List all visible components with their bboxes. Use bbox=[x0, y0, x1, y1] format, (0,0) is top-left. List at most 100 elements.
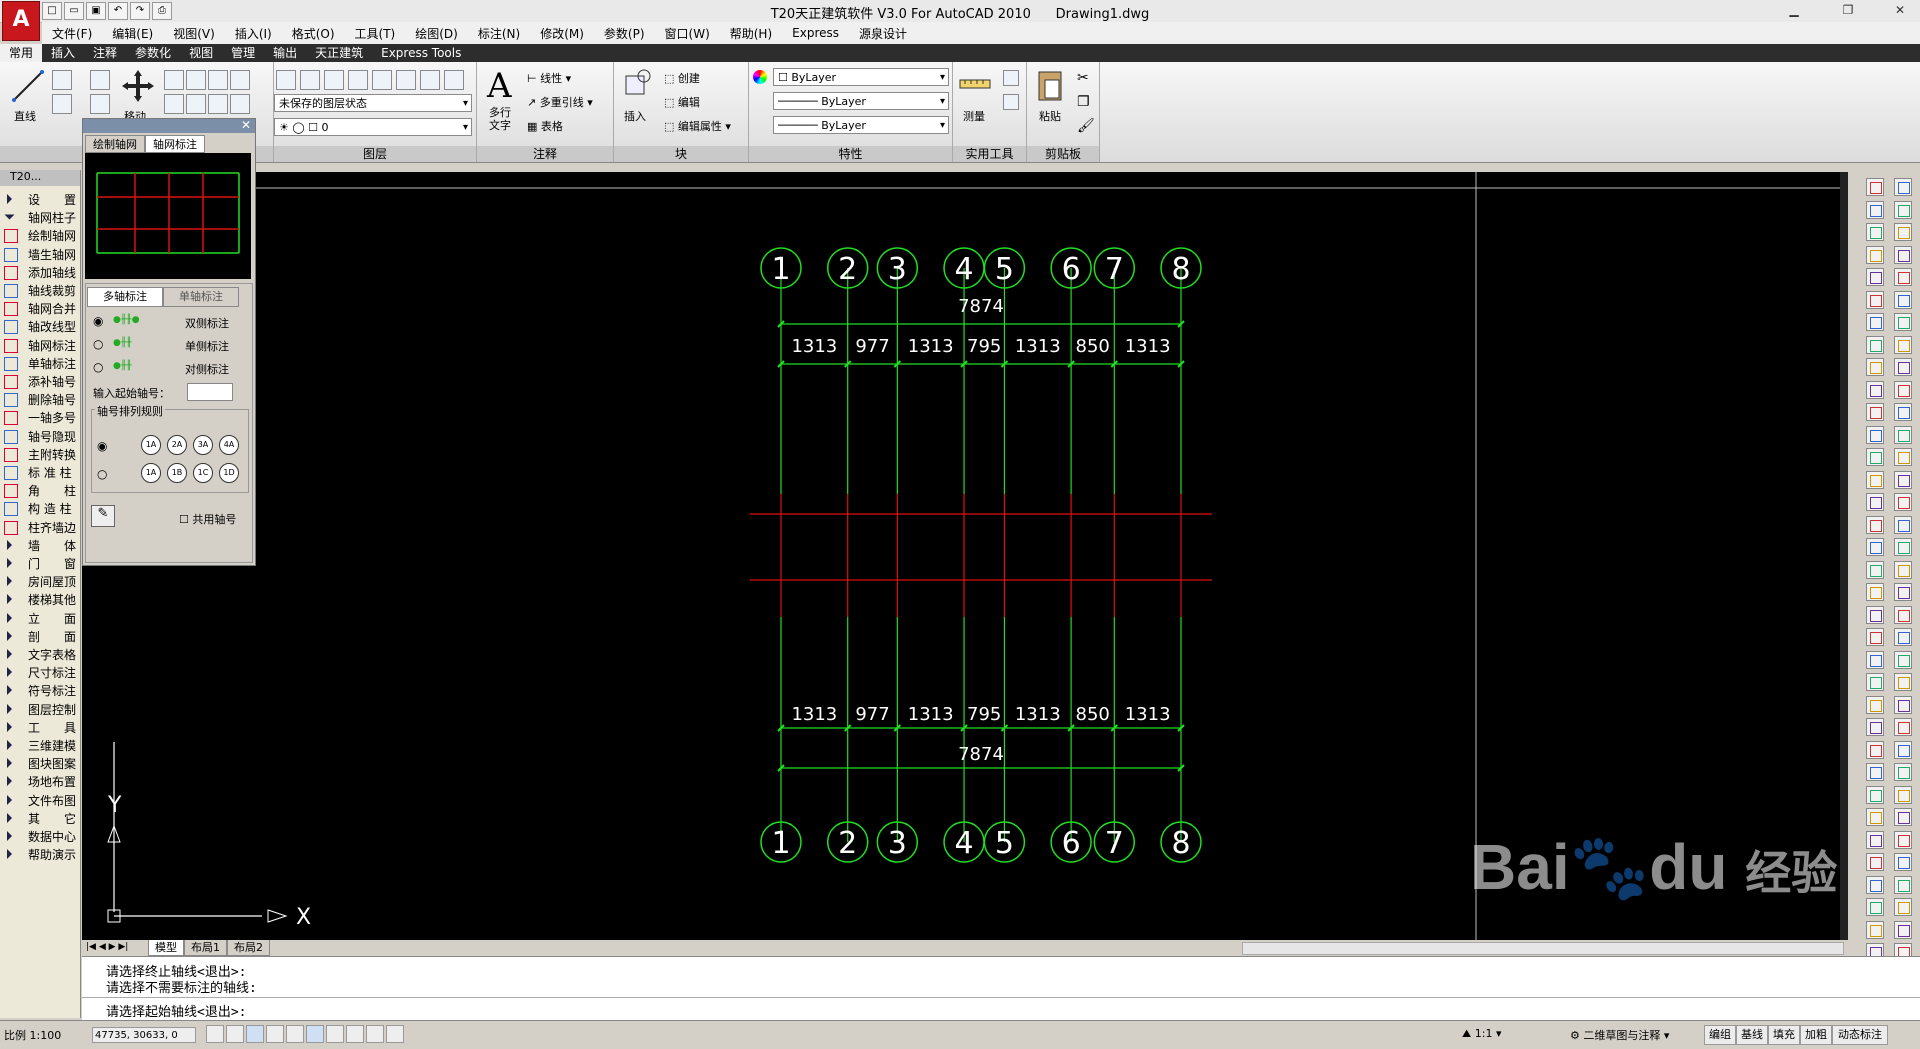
open-file-icon[interactable]: ▭ bbox=[64, 2, 84, 20]
palette-item-31[interactable]: 图块图案 bbox=[0, 754, 80, 772]
menu-item-7[interactable]: 标注(N) bbox=[468, 25, 530, 42]
tianzheng-tool-icon[interactable] bbox=[1866, 718, 1884, 736]
tianzheng-tool-icon[interactable] bbox=[1894, 425, 1912, 444]
drawing-canvas[interactable]: 1 1 2 2 3 3 4 4 5 5 6 6 7 7 8 8 7874 7874 1313 977 1313 795 13… bbox=[82, 172, 1848, 940]
color-wheel-icon[interactable] bbox=[753, 70, 767, 84]
redo-icon[interactable]: ↷ bbox=[130, 2, 150, 20]
menu-item-6[interactable]: 绘图(D) bbox=[405, 25, 468, 42]
menu-item-5[interactable]: 工具(T) bbox=[345, 25, 406, 42]
scale-icon[interactable] bbox=[186, 94, 206, 114]
palette-item-26[interactable]: 尺寸标注 bbox=[0, 663, 80, 681]
radio-opposite[interactable]: ○ bbox=[93, 360, 103, 374]
ducs-icon[interactable] bbox=[326, 1025, 344, 1043]
palette-item-24[interactable]: 剖 面 bbox=[0, 627, 80, 645]
copy-icon[interactable] bbox=[186, 70, 206, 90]
tianzheng-tool-icon[interactable] bbox=[1866, 830, 1884, 849]
command-input[interactable]: 请选择起始轴线<退出>: bbox=[106, 1001, 246, 1020]
tianzheng-tool-icon[interactable] bbox=[1894, 830, 1912, 849]
paste-icon[interactable] bbox=[1037, 68, 1063, 102]
polar-icon[interactable] bbox=[266, 1025, 284, 1043]
tianzheng-tool-icon[interactable] bbox=[1894, 673, 1912, 691]
mtext-icon[interactable]: A bbox=[487, 66, 512, 106]
palette-item-16[interactable]: 角 柱 bbox=[0, 481, 80, 499]
tianzheng-tool-icon[interactable] bbox=[1866, 695, 1884, 714]
menu-item-1[interactable]: 编辑(E) bbox=[102, 25, 163, 42]
tianzheng-tool-icon[interactable] bbox=[1866, 515, 1884, 534]
close-icon[interactable]: ✕ bbox=[1886, 2, 1914, 18]
tab-multi-axis[interactable]: 多轴标注 bbox=[87, 287, 163, 307]
linear-dim-button[interactable]: ⊢ 线性 ▾ bbox=[527, 70, 571, 86]
palette-item-23[interactable]: 立 面 bbox=[0, 609, 80, 627]
palette-item-22[interactable]: 楼梯其他 bbox=[0, 590, 80, 608]
tianzheng-tool-icon[interactable] bbox=[1866, 673, 1884, 691]
tianzheng-tool-icon[interactable] bbox=[1894, 718, 1912, 736]
fillet-icon[interactable] bbox=[230, 70, 250, 90]
ribbon-tab-1[interactable]: 插入 bbox=[42, 44, 84, 62]
tianzheng-tool-icon[interactable] bbox=[1866, 178, 1884, 196]
quick-select-icon[interactable] bbox=[1003, 70, 1019, 86]
tianzheng-tool-icon[interactable] bbox=[1894, 448, 1912, 466]
tianzheng-tool-icon[interactable] bbox=[1894, 898, 1912, 916]
tab-single-axis[interactable]: 单轴标注 bbox=[163, 287, 239, 307]
tianzheng-tool-icon[interactable] bbox=[1866, 853, 1884, 871]
new-file-icon[interactable]: □ bbox=[42, 2, 62, 20]
tianzheng-tool-icon[interactable] bbox=[1866, 875, 1884, 894]
tianzheng-tool-icon[interactable] bbox=[1894, 178, 1912, 196]
palette-item-11[interactable]: 删除轴号 bbox=[0, 390, 80, 408]
tianzheng-tool-icon[interactable] bbox=[1866, 583, 1884, 601]
line-icon[interactable] bbox=[10, 68, 46, 104]
tianzheng-tool-icon[interactable] bbox=[1866, 740, 1884, 759]
radio-both-sides[interactable]: ◉ bbox=[93, 314, 103, 328]
layer-match-icon[interactable] bbox=[396, 70, 416, 90]
palette-item-25[interactable]: 文字表格 bbox=[0, 645, 80, 663]
palette-item-1[interactable]: 轴网柱子 bbox=[0, 208, 80, 226]
group-button[interactable]: 编组 bbox=[1704, 1025, 1736, 1045]
menu-item-2[interactable]: 视图(V) bbox=[163, 25, 225, 42]
utilities-panel-title[interactable]: 实用工具 bbox=[953, 146, 1026, 162]
layer-lock-icon[interactable] bbox=[372, 70, 392, 90]
palette-item-21[interactable]: 房间屋顶 bbox=[0, 572, 80, 590]
start-number-input[interactable] bbox=[187, 383, 233, 401]
layer-prev-icon[interactable] bbox=[420, 70, 440, 90]
menu-item-9[interactable]: 参数(P) bbox=[594, 25, 655, 42]
lineweight-select[interactable]: ────── ByLayer bbox=[773, 116, 949, 134]
ribbon-tab-7[interactable]: 天正建筑 bbox=[306, 44, 372, 62]
layer-panel-title[interactable]: 图层 bbox=[274, 146, 476, 162]
tianzheng-tool-icon[interactable] bbox=[1894, 515, 1912, 534]
menu-item-12[interactable]: Express bbox=[782, 26, 849, 40]
tianzheng-tool-icon[interactable] bbox=[1894, 853, 1912, 871]
tianzheng-tool-icon[interactable] bbox=[1866, 560, 1884, 579]
cut-icon[interactable]: ✂ bbox=[1077, 70, 1089, 86]
tab-nav-icons[interactable]: |◀ ◀ ▶ ▶| bbox=[86, 942, 128, 952]
tianzheng-tool-icon[interactable] bbox=[1894, 605, 1912, 624]
tianzheng-tool-icon[interactable] bbox=[1866, 223, 1884, 241]
match-props-icon[interactable]: 🖌 bbox=[1077, 118, 1095, 134]
edit-block-button[interactable]: ⬚ 编辑 bbox=[664, 94, 700, 110]
palette-item-27[interactable]: 符号标注 bbox=[0, 681, 80, 699]
minimize-icon[interactable]: ▁ bbox=[1780, 2, 1808, 18]
dynamic-dim-button[interactable]: 动态标注 bbox=[1832, 1025, 1888, 1045]
tianzheng-tool-icon[interactable] bbox=[1866, 380, 1884, 399]
bold-button[interactable]: 加粗 bbox=[1800, 1025, 1832, 1045]
layout-tab-0[interactable]: 模型 bbox=[148, 940, 184, 956]
trim-icon[interactable] bbox=[230, 94, 250, 114]
layer-off-icon[interactable] bbox=[324, 70, 344, 90]
edit-attr-button[interactable]: ⬚ 编辑属性 ▾ bbox=[664, 118, 731, 134]
linetype-select[interactable]: ────── ByLayer bbox=[773, 92, 949, 110]
ribbon-tab-4[interactable]: 视图 bbox=[180, 44, 222, 62]
tianzheng-tool-icon[interactable] bbox=[1866, 493, 1884, 511]
measure-icon[interactable] bbox=[959, 74, 991, 94]
rotate-icon[interactable] bbox=[164, 70, 184, 90]
dialog-title-bar[interactable] bbox=[83, 119, 255, 133]
tianzheng-tool-icon[interactable] bbox=[1894, 785, 1912, 804]
menu-item-13[interactable]: 源泉设计 bbox=[849, 25, 917, 42]
palette-item-30[interactable]: 三维建模 bbox=[0, 736, 80, 754]
menu-item-0[interactable]: 文件(F) bbox=[42, 25, 102, 42]
mirror-icon[interactable] bbox=[208, 70, 228, 90]
array-icon[interactable] bbox=[208, 94, 228, 114]
palette-item-17[interactable]: 构 造 柱 bbox=[0, 499, 80, 517]
menu-item-11[interactable]: 帮助(H) bbox=[720, 25, 782, 42]
tianzheng-tool-icon[interactable] bbox=[1866, 605, 1884, 624]
tianzheng-tool-icon[interactable] bbox=[1894, 403, 1912, 421]
ortho-icon[interactable] bbox=[246, 1025, 264, 1043]
